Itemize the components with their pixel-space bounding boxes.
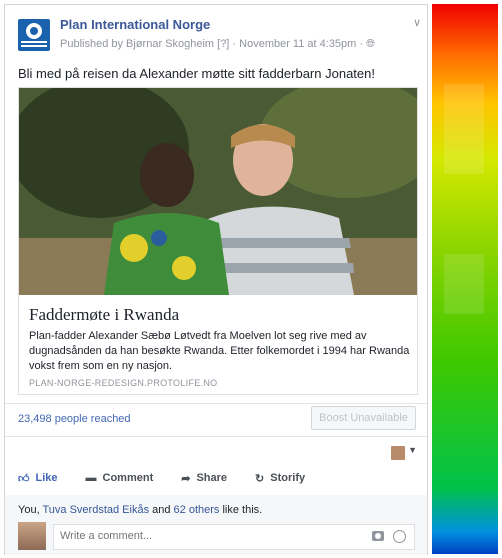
comment-icon: ▬: [85, 472, 97, 484]
reach-link[interactable]: 23,498 people reached: [18, 413, 131, 425]
chevron-down-icon[interactable]: ∨: [413, 16, 421, 29]
link-desc-line: vokst frem som en ny nasjon.: [29, 360, 173, 372]
likes-summary: You, Tuva Sverdstad Eikås and 62 others …: [18, 504, 262, 516]
post-meta: Published by Bjørnar Skogheim [?] · Nove…: [60, 38, 375, 51]
comment-label: Comment: [102, 472, 154, 484]
actor-avatar[interactable]: [391, 446, 405, 460]
likes-prefix: You,: [18, 504, 43, 516]
link-description: Plan-fadder Alexander Sæbø Løtvedt fra M…: [29, 329, 409, 374]
share-label: Share: [196, 472, 228, 484]
likes-suffix: like this.: [219, 504, 263, 516]
storify-button[interactable]: ↻ Storify: [255, 472, 305, 485]
storify-icon: ↻: [255, 472, 265, 485]
avatar: [18, 522, 46, 550]
comment-button[interactable]: ▬ Comment: [86, 472, 154, 484]
action-bar: 👍︎ Like ▬ Comment ➦ Share ↻ Storify: [18, 467, 333, 489]
post-header: Plan International Norge Published by Bj…: [18, 16, 421, 56]
post-card: Plan International Norge Published by Bj…: [4, 4, 428, 555]
share-icon: ➦: [181, 472, 191, 485]
liker-link[interactable]: Tuva Sverdstad Eikås: [42, 504, 149, 516]
page-name-link[interactable]: Plan International Norge: [60, 17, 210, 32]
post-text: Bli med på reisen da Alexander møtte sit…: [18, 66, 375, 81]
post-meta-text: Published by Bjørnar Skogheim [?] · Nove…: [60, 38, 367, 50]
link-desc-line: dugnadsånden da han besøkte Rwanda. Ette…: [29, 345, 410, 357]
link-preview[interactable]: Faddermøte i Rwanda Plan-fadder Alexande…: [18, 87, 418, 395]
comment-box: [53, 524, 415, 550]
others-link[interactable]: 62 others: [174, 504, 220, 516]
chevron-down-icon[interactable]: ▼: [408, 445, 417, 455]
page-logo[interactable]: [18, 19, 50, 51]
like-button[interactable]: 👍︎ Like: [18, 472, 58, 485]
like-label: Like: [35, 472, 58, 484]
divider: [5, 436, 427, 437]
link-domain: PLAN-NORGE-REDESIGN.PROTOLIFE.NO: [29, 378, 218, 388]
divider: [5, 403, 427, 404]
link-image[interactable]: [19, 88, 417, 295]
link-desc-line: Plan-fadder Alexander Sæbø Løtvedt fra M…: [29, 330, 367, 342]
boost-button[interactable]: Boost Unavailable: [311, 406, 416, 430]
social-section: You, Tuva Sverdstad Eikås and 62 others …: [5, 495, 427, 555]
storify-label: Storify: [270, 472, 306, 484]
heatmap-strip: [432, 4, 498, 554]
smiley-icon[interactable]: [393, 530, 406, 543]
like-icon: 👍︎: [18, 472, 30, 485]
globe-icon: 🌐︎: [366, 38, 375, 50]
link-title[interactable]: Faddermøte i Rwanda: [29, 305, 179, 325]
comment-input[interactable]: [60, 530, 350, 542]
share-button[interactable]: ➦ Share: [181, 472, 227, 485]
likes-mid: and: [149, 504, 174, 516]
camera-icon[interactable]: [372, 531, 384, 541]
